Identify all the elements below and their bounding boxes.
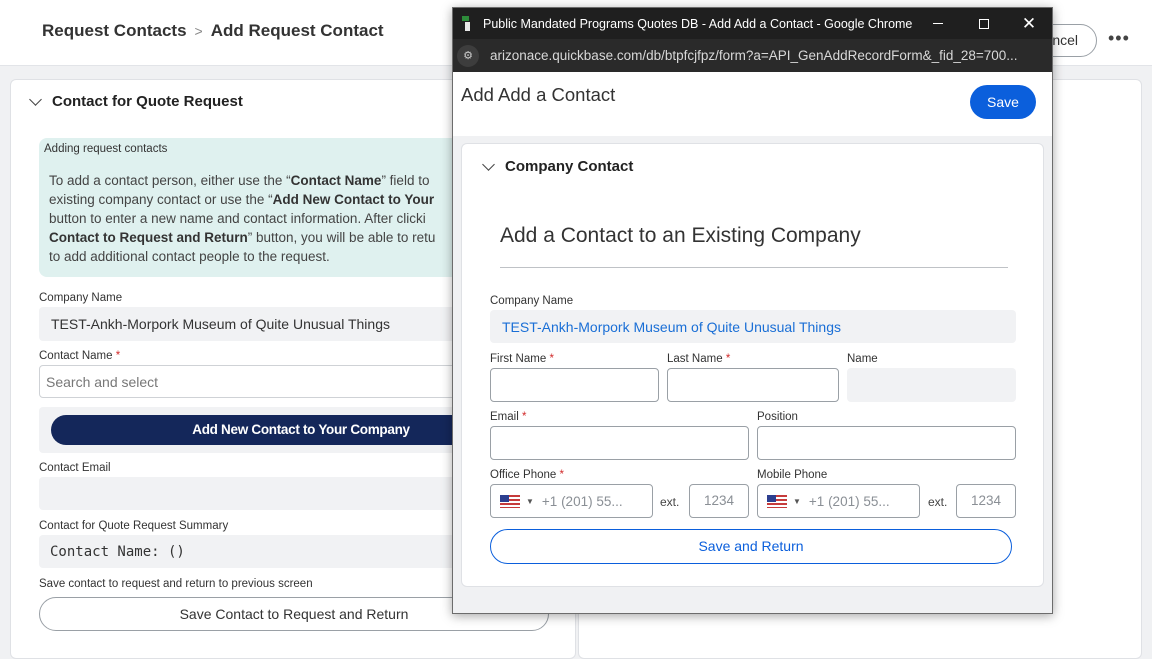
contact-name-label: Contact Name * (39, 350, 121, 362)
save-and-return-button[interactable]: Save and Return (490, 529, 1012, 564)
window-title: Public Mandated Programs Quotes DB - Add… (483, 16, 913, 31)
office-ext-label: ext. (660, 495, 680, 509)
breadcrumb-parent-link[interactable]: Request Contacts (42, 21, 187, 41)
email-label: Email * (490, 411, 527, 423)
chevron-down-icon (482, 158, 495, 171)
popup-window: Public Mandated Programs Quotes DB - Add… (452, 7, 1053, 614)
first-name-input[interactable] (490, 368, 659, 402)
last-name-label: Last Name * (667, 353, 731, 365)
position-input[interactable] (757, 426, 1016, 460)
more-options-icon[interactable]: ••• (1108, 28, 1130, 49)
mobile-ext-input[interactable]: 1234 (956, 484, 1016, 518)
popup-title-bar: Public Mandated Programs Quotes DB - Add… (453, 8, 1052, 39)
mobile-phone-label: Mobile Phone (757, 469, 828, 481)
company-name-label: Company Name (490, 295, 574, 307)
mobile-ext-label: ext. (928, 495, 948, 509)
site-info-icon[interactable]: ⚙ (457, 44, 479, 67)
us-flag-icon[interactable] (767, 494, 787, 508)
maximize-icon (979, 18, 989, 29)
company-name-label: Company Name (39, 292, 123, 304)
form-heading: Add a Contact to an Existing Company (500, 224, 861, 247)
form-header: Add Add a Contact Save (453, 72, 1052, 136)
minimize-button[interactable] (915, 8, 961, 39)
close-window-button[interactable]: ✕ (1006, 8, 1052, 39)
section-title: Company Contact (505, 158, 634, 175)
close-icon: ✕ (1021, 14, 1037, 33)
quickbase-logo-icon (462, 16, 474, 31)
company-name-link[interactable]: TEST-Ankh-Morpork Museum of Quite Unusua… (490, 310, 1016, 343)
name-label: Name (847, 353, 878, 365)
section-header[interactable]: Contact for Quote Request (29, 93, 243, 110)
maximize-button[interactable] (961, 8, 1007, 39)
office-phone-label: Office Phone * (490, 469, 564, 481)
form-title: Add Add a Contact (461, 84, 616, 105)
address-bar[interactable]: ⚙ arizonace.quickbase.com/db/btpfcjfpz/f… (453, 39, 1052, 72)
contact-email-label: Contact Email (39, 462, 111, 474)
page-title: Add Request Contact (210, 21, 384, 40)
office-phone-placeholder: +1 (201) 55... (541, 493, 623, 509)
divider (500, 267, 1008, 268)
office-ext-input[interactable]: 1234 (689, 484, 749, 518)
company-contact-card: Company Contact Add a Contact to an Exis… (461, 143, 1044, 587)
section-header[interactable]: Company Contact (482, 158, 634, 175)
save-hint-label: Save contact to request and return to pr… (39, 578, 313, 590)
us-flag-icon[interactable] (500, 494, 520, 508)
email-input[interactable] (490, 426, 749, 460)
chevron-down-icon (29, 93, 42, 106)
breadcrumb-separator: > (194, 23, 203, 39)
minimize-icon (933, 23, 943, 24)
mobile-phone-placeholder: +1 (201) 55... (808, 493, 890, 509)
save-button[interactable]: Save (970, 85, 1036, 119)
last-name-input[interactable] (667, 368, 839, 402)
mobile-phone-input[interactable]: ▼ +1 (201) 55... (757, 484, 920, 518)
chevron-down-icon[interactable]: ▼ (526, 497, 534, 506)
url-text[interactable]: arizonace.quickbase.com/db/btpfcjfpz/for… (490, 48, 1018, 63)
first-name-label: First Name * (490, 353, 554, 365)
section-title: Contact for Quote Request (52, 93, 243, 110)
summary-label: Contact for Quote Request Summary (39, 520, 229, 532)
chevron-down-icon[interactable]: ▼ (793, 497, 801, 506)
name-field (847, 368, 1016, 402)
office-phone-input[interactable]: ▼ +1 (201) 55... (490, 484, 653, 518)
position-label: Position (757, 411, 798, 423)
breadcrumb: Request Contacts > Add Request Contact (42, 21, 384, 41)
